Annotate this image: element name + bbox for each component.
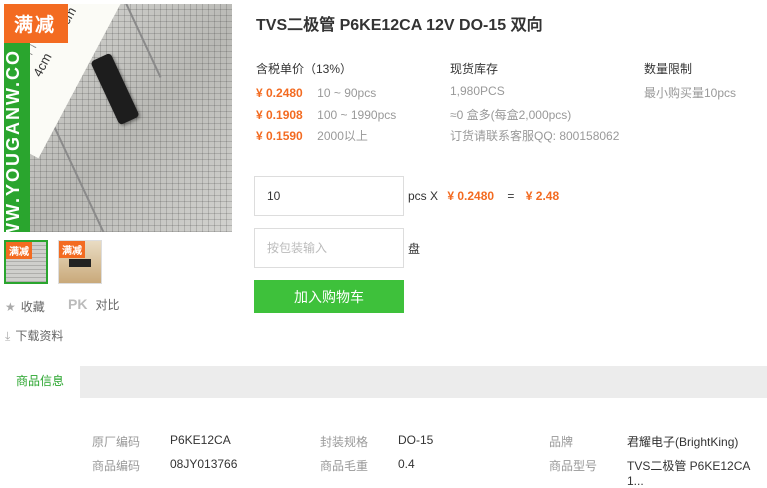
pk-icon: PK [68, 296, 88, 312]
package-unit: 盘 [408, 242, 421, 256]
diode-lead-bottom [50, 120, 112, 232]
min-purchase: 最小购买量10pcs [644, 86, 737, 100]
tab-bar [0, 366, 767, 398]
tier-price: ¥ 0.2480 [256, 86, 303, 100]
compare-button[interactable]: PK 对比 [68, 296, 119, 313]
star-icon: ★ [5, 300, 16, 314]
calc-unit-price: ¥ 0.2480 [447, 189, 495, 203]
watermark: WWW.YOUGANW.CO [4, 24, 30, 232]
tier-range: 100 ~ 1990pcs [317, 108, 397, 122]
ruler-label: 4cm [29, 50, 55, 80]
stock-contact: 订货请联系客服QQ: 800158062 [450, 129, 620, 143]
spec-value: DO-15 [398, 433, 434, 447]
favorite-label: 收藏 [20, 300, 45, 314]
download-label: 下载资料 [15, 329, 64, 343]
tab-product-info[interactable]: 商品信息 [0, 366, 80, 398]
price-tier: ¥ 0.1590 2000以上 [256, 127, 368, 145]
thumb-promo-tag: 满减 [6, 242, 32, 259]
order-calc: pcs X ¥ 0.2480 = ¥ 2.48 [408, 189, 559, 203]
price-tier: ¥ 0.1908 100 ~ 1990pcs [256, 106, 396, 124]
price-header: 含税单价（13%） [256, 62, 353, 76]
thumbnail-2[interactable]: 满减 [58, 240, 102, 284]
spec-value: 0.4 [398, 457, 415, 471]
stock-boxes: ≈0 盒多(每盒2,000pcs) [450, 108, 572, 122]
spec-label: 商品型号 [549, 459, 598, 473]
spec-label: 品牌 [549, 435, 574, 449]
download-button[interactable]: ⤓ 下载资料 [5, 327, 63, 344]
thumb-promo-tag: 满减 [59, 241, 85, 258]
spec-label: 封装规格 [320, 435, 369, 449]
spec-label: 原厂编码 [92, 435, 141, 449]
limit-header: 数量限制 [644, 62, 693, 76]
tier-range: 10 ~ 90pcs [317, 86, 377, 100]
tier-range: 2000以上 [317, 129, 368, 143]
favorite-button[interactable]: ★ 收藏 [5, 298, 45, 315]
equals-sign: = [507, 189, 515, 203]
unit-multiplier: pcs X [408, 189, 439, 203]
tier-price: ¥ 0.1590 [256, 129, 303, 143]
spec-value: 君耀电子(BrightKing) [627, 435, 739, 449]
spec-value: 08JY013766 [170, 457, 238, 471]
package-input[interactable] [254, 228, 404, 268]
spec-label: 商品编码 [92, 459, 141, 473]
total-price: ¥ 2.48 [525, 189, 560, 203]
spec-label: 商品毛重 [320, 459, 369, 473]
stock-quantity: 1,980PCS [450, 84, 505, 98]
compare-label: 对比 [95, 298, 120, 312]
product-title: TVS二极管 P6KE12CA 12V DO-15 双向 [256, 17, 543, 34]
price-tier: ¥ 0.2480 10 ~ 90pcs [256, 84, 376, 102]
tier-price: ¥ 0.1908 [256, 108, 303, 122]
download-icon: ⤓ [5, 329, 11, 343]
add-to-cart-button[interactable]: 加入购物车 [254, 280, 404, 313]
thumbnail-1[interactable]: 满减 [4, 240, 48, 284]
diode-body [90, 52, 140, 126]
stock-header: 现货库存 [450, 62, 499, 76]
spec-value: TVS二极管 P6KE12CA 1... [627, 459, 750, 488]
spec-value: P6KE12CA [170, 433, 231, 447]
quantity-input[interactable] [254, 176, 404, 216]
promo-tag: 满减 [4, 4, 69, 43]
